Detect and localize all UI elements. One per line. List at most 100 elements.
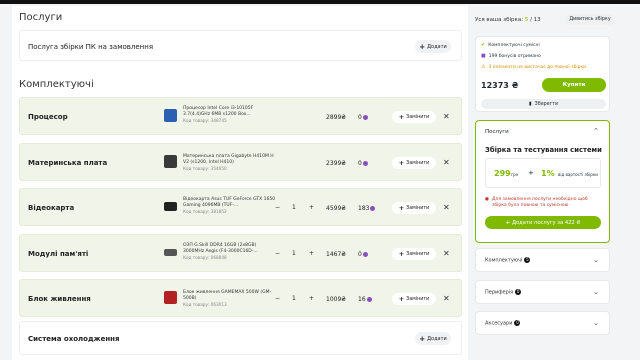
service-percent: 1% xyxy=(541,169,555,178)
count-badge: 0 xyxy=(514,320,521,326)
component-name: Відеокарта xyxy=(28,204,75,212)
chevron-down-icon[interactable]: ⌄ xyxy=(593,288,599,296)
product-price: 2899₴ xyxy=(326,114,346,121)
section-peripherals[interactable]: Периферія 0 ⌄ xyxy=(475,280,610,304)
compat-status: ✔ Комплектуючі сумісні xyxy=(481,42,540,48)
product-bonus: 183 xyxy=(358,205,376,212)
component-row-cooling: Система охолодження + Додати xyxy=(19,321,462,355)
remove-icon[interactable]: ✕ xyxy=(443,158,450,167)
product-description[interactable]: ОЗП G.Skill DDR4 16GB (2x8GB) 3000MHz Ae… xyxy=(183,243,278,261)
bonus-icon xyxy=(362,115,368,120)
save-icon: ▮ xyxy=(528,101,532,107)
product-code: Код товару: 381852 xyxy=(183,209,227,215)
product-thumbnail[interactable] xyxy=(164,109,177,122)
replace-button[interactable]: + Замінити xyxy=(392,157,436,169)
section-accessories[interactable]: Аксесуари 0 ⌄ xyxy=(475,311,610,335)
minus-icon[interactable]: − xyxy=(275,204,280,211)
chevron-down-icon[interactable]: ⌄ xyxy=(593,256,599,264)
bonus-icon xyxy=(362,161,368,166)
order-summary: ✔ Комплектуючі сумісні ■ 199 бонусів отр… xyxy=(475,36,610,112)
top-bar xyxy=(0,0,640,4)
section-components[interactable]: Комплектуючі 5 ⌄ xyxy=(475,248,610,272)
alert-icon: ● xyxy=(485,197,489,202)
count-badge: 5 xyxy=(524,257,531,263)
replace-button[interactable]: + Замінити xyxy=(392,111,436,123)
replace-button[interactable]: + Замінити xyxy=(392,293,436,305)
product-code: Код товару: 348745 xyxy=(183,118,227,124)
remove-icon[interactable]: ✕ xyxy=(443,203,450,212)
view-build-button[interactable]: Дивитись збірку xyxy=(565,14,615,25)
quantity-value: 1 xyxy=(292,295,296,302)
product-description[interactable]: Материнська плата Gigabyte H410M H V2 (s… xyxy=(183,154,278,172)
product-thumbnail[interactable] xyxy=(164,291,177,304)
add-cooling-button[interactable]: + Додати xyxy=(415,332,451,345)
check-icon: ✔ xyxy=(481,42,486,48)
plus-icon: + xyxy=(419,334,426,343)
warning-icon: ⚠ xyxy=(481,64,486,70)
component-row-ram: Модулі пам'яті ОЗП G.Skill DDR4 16GB (2x… xyxy=(19,234,462,272)
bonus-icon xyxy=(366,297,372,302)
components-title: Комплектуючі xyxy=(19,79,94,90)
total-price: 12373 ₴ xyxy=(481,81,519,90)
product-description[interactable]: Блок живлення GAMEMAX 500W (GM-500B) Код… xyxy=(183,290,278,308)
minus-icon[interactable]: − xyxy=(275,250,280,257)
quantity-stepper[interactable]: − 1 + xyxy=(275,203,315,215)
services-panel-header[interactable]: Послуги xyxy=(485,129,509,135)
bonus-icon xyxy=(370,206,376,211)
replace-button[interactable]: + Замінити xyxy=(392,202,436,214)
gift-icon: ■ xyxy=(481,53,486,59)
buy-button[interactable]: Купити xyxy=(542,78,606,92)
quantity-value: 1 xyxy=(292,250,296,257)
add-service-button[interactable]: + Додати послугу за 422 ₴ xyxy=(485,216,601,229)
product-description[interactable]: Процесор Intel Core i3-10105F 3.7(4.4)GH… xyxy=(183,106,278,124)
build-progress: Уся ваша збірка: 5 / 13 xyxy=(475,17,541,23)
count-badge: 0 xyxy=(515,289,522,295)
product-thumbnail[interactable] xyxy=(164,155,177,168)
product-bonus: 16 xyxy=(358,296,372,303)
plus-icon: + xyxy=(505,219,510,226)
add-service-button[interactable]: + Додати xyxy=(415,40,451,53)
save-button[interactable]: ▮ Зберегти xyxy=(481,99,606,109)
product-description[interactable]: Відеокарта Asus TUF GeForce GTX 1650 Gam… xyxy=(183,197,278,215)
chevron-up-icon[interactable]: ⌃ xyxy=(593,127,599,135)
plus-icon[interactable]: + xyxy=(309,250,314,257)
product-code: Код товару: 354650 xyxy=(183,166,227,172)
product-price: 2399₴ xyxy=(326,160,346,167)
service-warning: ● Для замовлення послуги необхідно щоб з… xyxy=(485,197,588,208)
component-row-processor: Процесор Процесор Intel Core i3-10105F 3… xyxy=(19,97,462,135)
product-price: 1467₴ xyxy=(326,251,346,258)
minus-icon[interactable]: − xyxy=(275,295,280,302)
bonus-status: ■ 199 бонусів отримано xyxy=(481,53,541,59)
component-name: Модулі пам'яті xyxy=(28,250,89,258)
builder-main: Послуги Послуга збірки ПК на замовлення … xyxy=(12,6,468,360)
product-thumbnail[interactable] xyxy=(164,249,177,256)
service-price-box: 299 грн + 1% від вартості збірки xyxy=(485,158,601,188)
replace-button[interactable]: + Замінити xyxy=(392,248,436,260)
missing-status: ⚠ 3 елементи не вистачає до повної збірк… xyxy=(481,64,587,70)
product-code: Код товару: 063013 xyxy=(183,302,227,308)
quantity-stepper[interactable]: − 1 + xyxy=(275,249,315,261)
service-name: Послуга збірки ПК на замовлення xyxy=(28,43,154,51)
plus-icon: + xyxy=(398,295,405,303)
component-name: Материнська плата xyxy=(28,159,108,167)
remove-icon[interactable]: ✕ xyxy=(443,249,450,258)
chevron-down-icon[interactable]: ⌄ xyxy=(593,319,599,327)
services-title: Послуги xyxy=(19,12,63,23)
product-thumbnail[interactable] xyxy=(164,202,177,211)
service-title: Збірка та тестування системи xyxy=(485,146,602,154)
plus-icon[interactable]: + xyxy=(309,204,314,211)
plus-icon: + xyxy=(398,159,405,167)
component-row-motherboard: Материнська плата Материнська плата Giga… xyxy=(19,143,462,181)
sidebar-header: Уся ваша збірка: 5 / 13 Дивитись збірку xyxy=(475,6,615,30)
plus-icon: + xyxy=(398,113,405,121)
remove-icon[interactable]: ✕ xyxy=(443,112,450,121)
product-code: Код товару: 068848 xyxy=(183,255,227,261)
quantity-stepper[interactable]: − 1 + xyxy=(275,294,315,306)
plus-icon: + xyxy=(419,42,426,51)
component-row-gpu: Відеокарта Відеокарта Asus TUF GeForce G… xyxy=(19,188,462,226)
product-price: 4599₴ xyxy=(326,205,346,212)
plus-icon[interactable]: + xyxy=(309,295,314,302)
component-row-psu: Блок живлення Блок живлення GAMEMAX 500W… xyxy=(19,279,462,317)
remove-icon[interactable]: ✕ xyxy=(443,294,450,303)
plus-icon: + xyxy=(398,204,405,212)
